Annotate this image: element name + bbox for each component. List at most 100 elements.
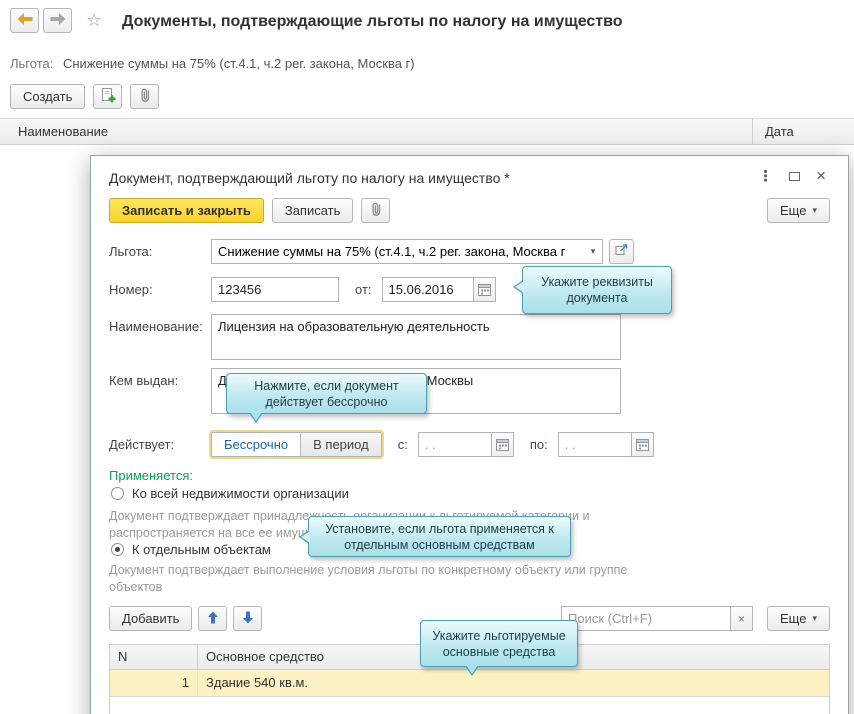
tooltip-benefit-assets: Укажите льготируемые основные средства: [420, 620, 578, 667]
radio-all-property[interactable]: Ко всей недвижимости организации: [111, 486, 349, 501]
period-from-group: . .: [418, 432, 514, 457]
number-field-label: Номер:: [109, 277, 211, 297]
period-from-placeholder: . .: [425, 437, 436, 452]
document-date-value: 15.06.2016: [389, 282, 454, 297]
chevron-down-icon: ▾: [812, 613, 817, 624]
calendar-icon[interactable]: [632, 432, 654, 457]
create-button[interactable]: Создать: [10, 84, 85, 109]
dialog-more-button[interactable]: Еще ▾: [767, 198, 830, 223]
tooltip-text: Нажмите, если документ действует бессроч…: [235, 378, 418, 410]
tooltip-document-requisites: Укажите реквизиты документа: [522, 266, 672, 314]
period-from-label: с:: [398, 437, 408, 452]
back-button[interactable]: [10, 8, 39, 33]
name-field-label: Наименование:: [109, 314, 211, 334]
save-button[interactable]: Записать: [272, 198, 354, 223]
column-header-name[interactable]: Наименование: [18, 124, 108, 139]
validity-field-label: Действует:: [109, 432, 211, 452]
benefit-combo-value: Снижение суммы на 75% (ст.4.1, ч.2 рег. …: [218, 244, 565, 259]
column-header-n[interactable]: N: [110, 645, 198, 669]
open-link-icon: [615, 243, 628, 261]
back-arrow-icon: [17, 12, 33, 30]
issuer-field-label: Кем выдан:: [109, 368, 211, 388]
new-document-icon: [100, 87, 116, 106]
benefit-field-label: Льгота:: [109, 239, 211, 259]
calendar-icon[interactable]: [474, 277, 496, 302]
benefit-combo-input[interactable]: Снижение суммы на 75% (ст.4.1, ч.2 рег. …: [211, 239, 603, 264]
benefit-label: Льгота:: [10, 56, 53, 71]
forward-button[interactable]: [43, 8, 72, 33]
period-to-label: по:: [530, 437, 548, 452]
create-new-document-button[interactable]: [93, 84, 122, 109]
dialog-window-controls: ⋮ ×: [758, 167, 826, 185]
chevron-down-icon: ▾: [812, 205, 817, 216]
dialog-title: Документ, подтверждающий льготу по налог…: [109, 170, 510, 186]
search-group: Поиск (Ctrl+F) ×: [561, 606, 753, 631]
move-down-button[interactable]: [233, 606, 262, 631]
paperclip-icon: [138, 87, 152, 106]
paperclip-icon: [369, 201, 383, 220]
radio-all-property-label: Ко всей недвижимости организации: [132, 486, 349, 501]
maximize-icon[interactable]: [789, 172, 800, 181]
add-row-button[interactable]: Добавить: [109, 606, 192, 631]
row-number-cell: 1: [110, 670, 198, 696]
period-to-group: . .: [558, 432, 654, 457]
arrow-up-icon: [207, 611, 219, 627]
number-field-row: Номер: 123456 от: 15.06.2016: [109, 277, 496, 302]
tooltip-individual-objects: Установите, если льгота применяется к от…: [308, 516, 571, 557]
screen: ☆ Документы, подтверждающие льготы по на…: [0, 0, 854, 714]
document-list-header: Наименование Дата: [0, 118, 854, 145]
termless-toggle-button[interactable]: Бессрочно: [212, 433, 300, 456]
dialog-menu-icon[interactable]: ⋮: [758, 167, 773, 185]
tooltip-text: Укажите льготируемые основные средства: [429, 628, 569, 660]
benefit-line: Льгота: Снижение суммы на 75% (ст.4.1, ч…: [10, 56, 415, 71]
benefit-value: Снижение суммы на 75% (ст.4.1, ч.2 рег. …: [63, 56, 415, 71]
benefit-field-row: Льгота: Снижение суммы на 75% (ст.4.1, ч…: [109, 239, 634, 264]
favorite-star-icon[interactable]: ☆: [86, 10, 102, 31]
save-and-close-button[interactable]: Записать и закрыть: [109, 198, 264, 223]
arrow-down-icon: [242, 611, 254, 627]
number-value: 123456: [218, 282, 261, 297]
more-button-label: Еще: [780, 611, 806, 626]
search-placeholder: Поиск (Ctrl+F): [568, 611, 652, 626]
navigation-bar: ☆: [10, 8, 102, 33]
validity-field-row: Действует: Бессрочно В период с: . . по:…: [109, 432, 654, 457]
table-empty-area: [110, 697, 829, 714]
tooltip-termless: Нажмите, если документ действует бессроч…: [226, 373, 427, 414]
close-icon[interactable]: ×: [816, 170, 826, 182]
attachments-button[interactable]: [130, 84, 159, 109]
period-from-input[interactable]: . .: [418, 432, 492, 457]
name-value: Лицензия на образовательную деятельность: [218, 319, 490, 334]
period-to-placeholder: . .: [565, 437, 576, 452]
column-header-date[interactable]: Дата: [752, 119, 794, 145]
clear-search-icon[interactable]: ×: [731, 606, 753, 631]
more-button-label: Еще: [780, 203, 806, 218]
document-date-input[interactable]: 15.06.2016: [382, 277, 474, 302]
row-asset-cell: Здание 540 кв.м.: [198, 670, 829, 696]
document-date-group: 15.06.2016: [382, 277, 496, 302]
period-toggle-button[interactable]: В период: [300, 433, 381, 456]
radio-icon: [111, 487, 124, 500]
dialog-command-bar: Записать и закрыть Записать Еще ▾: [109, 198, 830, 223]
radio-individual-objects-hint: Документ подтверждает выполнение условия…: [109, 562, 674, 596]
name-field-row: Наименование: Лицензия на образовательну…: [109, 314, 621, 360]
number-input[interactable]: 123456: [211, 277, 339, 302]
page-toolbar: Создать: [10, 84, 159, 109]
move-up-button[interactable]: [198, 606, 227, 631]
dialog-attachments-button[interactable]: [361, 198, 390, 223]
calendar-icon[interactable]: [492, 432, 514, 457]
open-benefit-button[interactable]: [609, 239, 634, 264]
radio-individual-objects-label: К отдельным объектам: [132, 542, 271, 557]
forward-arrow-icon: [50, 12, 66, 30]
name-textarea[interactable]: Лицензия на образовательную деятельность: [211, 314, 621, 360]
chevron-down-icon[interactable]: ▾: [584, 240, 602, 263]
period-to-input[interactable]: . .: [558, 432, 632, 457]
page-title: Документы, подтверждающие льготы по нало…: [122, 13, 623, 31]
radio-individual-objects[interactable]: К отдельным объектам: [111, 542, 271, 557]
validity-toggle: Бессрочно В период: [211, 432, 382, 457]
date-from-label: от:: [355, 282, 372, 297]
tooltip-text: Укажите реквизиты документа: [531, 274, 663, 306]
tooltip-text: Установите, если льгота применяется к от…: [317, 521, 562, 553]
applies-label: Применяется:: [109, 468, 193, 483]
assets-more-button[interactable]: Еще ▾: [767, 606, 830, 631]
search-input[interactable]: Поиск (Ctrl+F): [561, 606, 731, 631]
